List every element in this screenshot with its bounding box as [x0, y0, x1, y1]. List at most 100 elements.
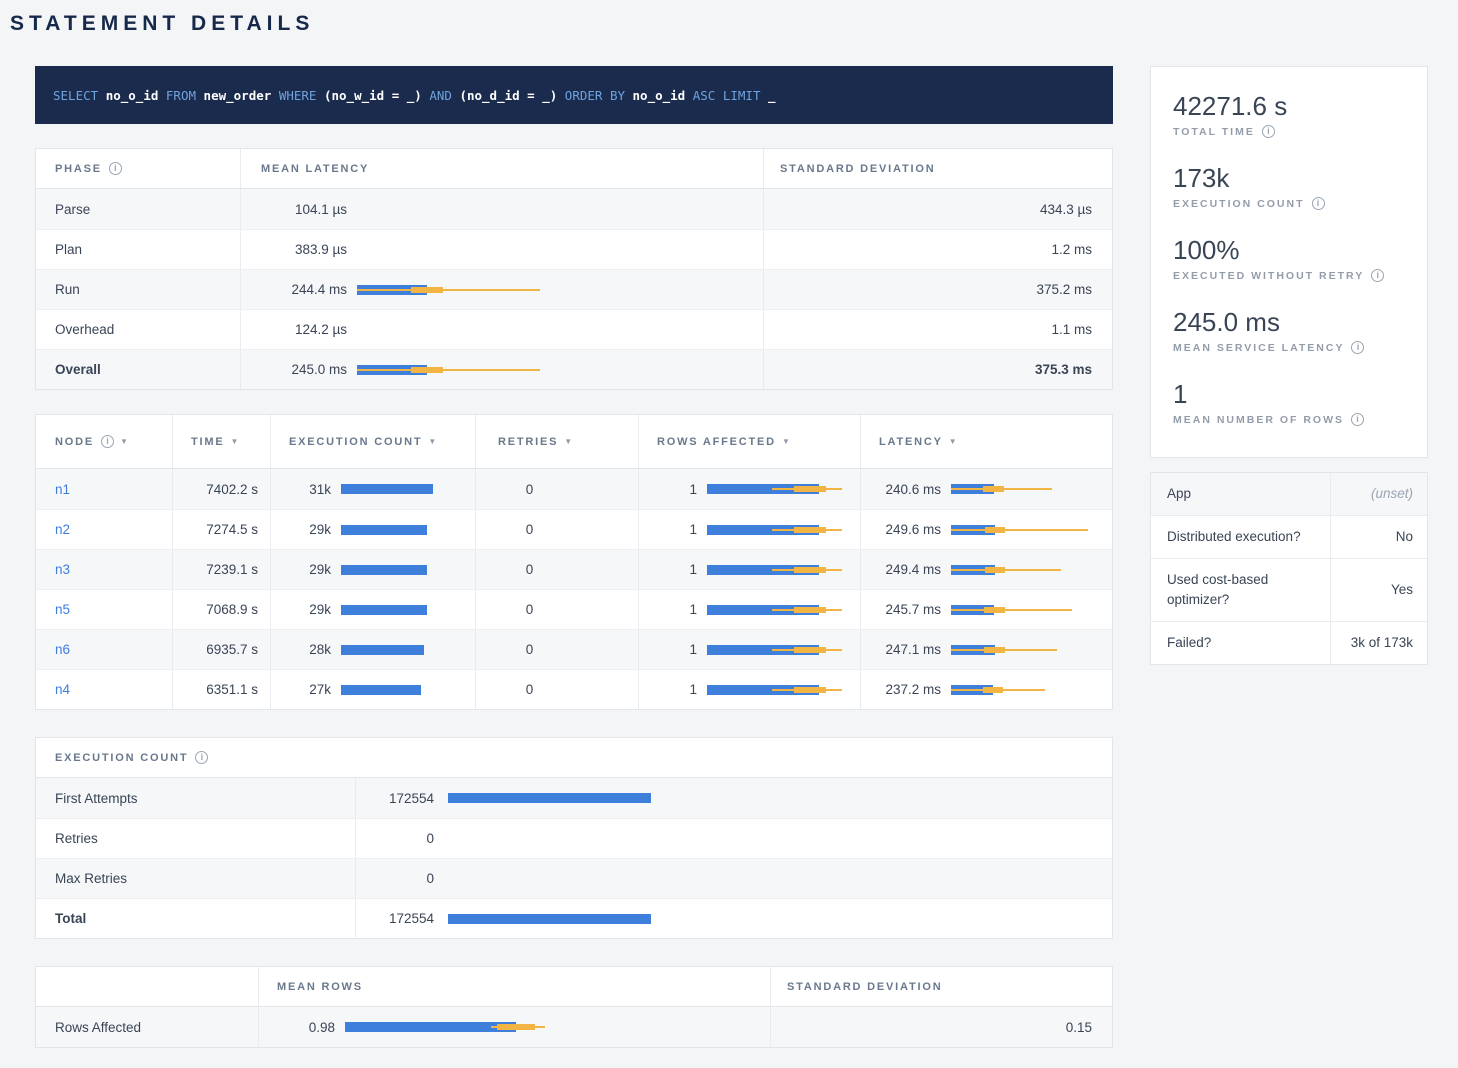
stddev-value: 375.3 ms	[764, 350, 1112, 389]
summary-total-time: 42271.6 s TOTAL TIME	[1173, 91, 1405, 138]
info-icon[interactable]	[195, 751, 208, 764]
sql-keyword: WHERE	[279, 88, 324, 103]
node-link[interactable]: n4	[55, 682, 70, 697]
column-header-execution-count[interactable]: EXECUTION COUNT	[271, 415, 476, 468]
node-link[interactable]: n5	[55, 602, 70, 617]
info-icon[interactable]	[1262, 125, 1275, 138]
mean-latency-value: 245.0 ms	[261, 362, 347, 377]
node-link[interactable]: n1	[55, 482, 70, 497]
count-bar	[448, 873, 1104, 885]
node-link[interactable]: n3	[55, 562, 70, 577]
info-icon[interactable]	[109, 162, 122, 175]
detail-row-failed: Failed? 3k of 173k	[1151, 621, 1427, 664]
sort-icon	[949, 437, 957, 446]
summary-value: 245.0 ms	[1173, 307, 1405, 337]
exec-count-bar	[341, 644, 467, 656]
stddev-value: 1.1 ms	[764, 310, 1112, 349]
sql-keyword: FROM	[166, 88, 204, 103]
info-icon[interactable]	[101, 435, 114, 448]
summary-card: 42271.6 s TOTAL TIME 173k EXECUTION COUN…	[1150, 66, 1428, 458]
rows-affected-value: 1	[657, 482, 697, 497]
row-label: Total	[36, 899, 356, 938]
rows-affected-value: 1	[657, 562, 697, 577]
latency-value: 237.2 ms	[879, 682, 941, 697]
table-row: n3 7239.1 s 29k 0 1 249.4 ms	[36, 549, 1112, 589]
table-row: n5 7068.9 s 29k 0 1 245.7 ms	[36, 589, 1112, 629]
count-value: 0	[374, 831, 434, 846]
sql-identifier: new_order	[204, 88, 279, 103]
row-label: Max Retries	[36, 859, 356, 898]
column-header-node[interactable]: NODE	[36, 415, 173, 468]
table-row: Overhead 124.2 µs 1.1 ms	[36, 309, 1112, 349]
section-title: EXECUTION COUNT	[55, 738, 208, 777]
rows-affected-value: 1	[657, 602, 697, 617]
exec-count-value: 31k	[289, 482, 331, 497]
time-value: 6935.7 s	[173, 630, 271, 669]
table-row: Rows Affected 0.98 0.15	[36, 1007, 1112, 1047]
detail-label: App	[1151, 473, 1331, 515]
detail-value: (unset)	[1331, 473, 1427, 515]
latency-value: 240.6 ms	[879, 482, 941, 497]
info-icon[interactable]	[1351, 413, 1364, 426]
phase-table: PHASE MEAN LATENCY STANDARD DEVIATION Pa…	[35, 148, 1113, 390]
sql-identifier: no_o_id	[106, 88, 166, 103]
column-header-latency[interactable]: LATENCY	[861, 415, 1112, 468]
summary-execution-count: 173k EXECUTION COUNT	[1173, 163, 1405, 210]
rows-affected-bar	[707, 564, 852, 576]
execution-count-table: EXECUTION COUNT First Attempts 172554 Re…	[35, 737, 1113, 939]
time-value: 7402.2 s	[173, 469, 271, 509]
rows-table: MEAN ROWS STANDARD DEVIATION Rows Affect…	[35, 966, 1113, 1048]
table-row: Overall 245.0 ms 375.3 ms	[36, 349, 1112, 389]
info-icon[interactable]	[1371, 269, 1384, 282]
phase-label: Overall	[36, 350, 241, 389]
table-row: n4 6351.1 s 27k 0 1 237.2 ms	[36, 669, 1112, 709]
execution-count-header: EXECUTION COUNT	[36, 738, 1112, 778]
rows-affected-bar	[707, 604, 852, 616]
latency-bar	[357, 203, 755, 215]
detail-label: Used cost-based optimizer?	[1151, 559, 1331, 621]
stddev-value: 0.15	[771, 1007, 1112, 1047]
node-table-header: NODE TIME EXECUTION COUNT RETRIES ROWS A…	[36, 415, 1112, 469]
sql-statement-banner: SELECT no_o_id FROM new_order WHERE (no_…	[35, 66, 1113, 124]
exec-count-bar	[341, 684, 467, 696]
rows-table-header: MEAN ROWS STANDARD DEVIATION	[36, 967, 1112, 1007]
column-header-retries[interactable]: RETRIES	[476, 415, 639, 468]
latency-bar	[951, 644, 1098, 656]
row-label: Rows Affected	[36, 1007, 259, 1047]
detail-row-cost-based-optimizer: Used cost-based optimizer? Yes	[1151, 558, 1427, 621]
mean-rows-bar	[345, 1021, 762, 1033]
exec-count-bar	[341, 483, 467, 495]
exec-count-bar	[341, 564, 467, 576]
summary-value: 42271.6 s	[1173, 91, 1405, 121]
node-link[interactable]: n2	[55, 522, 70, 537]
info-icon[interactable]	[1351, 341, 1364, 354]
table-row: Parse 104.1 µs 434.3 µs	[36, 189, 1112, 229]
detail-value: No	[1331, 516, 1427, 558]
retries-value: 0	[476, 630, 639, 669]
mean-latency-value: 124.2 µs	[261, 322, 347, 337]
column-header-phase: PHASE	[36, 149, 241, 188]
summary-label: EXECUTION COUNT	[1173, 197, 1405, 210]
table-row: Run 244.4 ms 375.2 ms	[36, 269, 1112, 309]
time-value: 6351.1 s	[173, 670, 271, 709]
side-column: 42271.6 s TOTAL TIME 173k EXECUTION COUN…	[1150, 66, 1428, 665]
summary-value: 100%	[1173, 235, 1405, 265]
count-bar	[448, 792, 1104, 804]
sql-keyword: ORDER BY	[565, 88, 633, 103]
info-icon[interactable]	[1312, 197, 1325, 210]
column-header-standard-deviation: STANDARD DEVIATION	[771, 967, 1112, 1006]
retries-value: 0	[476, 670, 639, 709]
rows-affected-value: 1	[657, 522, 697, 537]
latency-bar	[951, 564, 1098, 576]
latency-bar	[357, 364, 755, 376]
node-link[interactable]: n6	[55, 642, 70, 657]
summary-label: MEAN NUMBER OF ROWS	[1173, 413, 1405, 426]
column-header-rows-affected[interactable]: ROWS AFFECTED	[639, 415, 861, 468]
column-header-empty	[36, 967, 259, 1006]
column-header-mean-rows: MEAN ROWS	[259, 967, 771, 1006]
row-label: Retries	[36, 819, 356, 858]
column-header-time[interactable]: TIME	[173, 415, 271, 468]
latency-value: 249.6 ms	[879, 522, 941, 537]
sql-identifier: (no_d_id = _)	[459, 88, 564, 103]
summary-label: EXECUTED WITHOUT RETRY	[1173, 269, 1405, 282]
